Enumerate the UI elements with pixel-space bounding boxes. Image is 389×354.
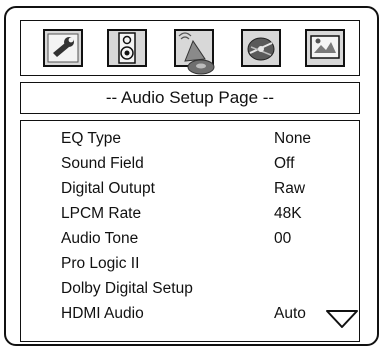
menu-item-value: Off: [274, 155, 295, 172]
menu-item-value: None: [274, 130, 312, 147]
menu-item-value: 00: [274, 230, 292, 247]
menu-item-sound-field[interactable]: Sound Field Off: [61, 152, 349, 176]
menu-item-dolby-digital-setup[interactable]: Dolby Digital Setup: [61, 277, 349, 301]
menu-item-hdmi-audio[interactable]: HDMI Audio Auto: [61, 302, 349, 326]
menu-item-label: Digital Outupt: [61, 180, 155, 197]
preferences-icon[interactable]: [305, 29, 345, 67]
speaker-setup-icon[interactable]: [241, 29, 281, 67]
menu-item-label: Sound Field: [61, 155, 144, 172]
menu-item-label: Dolby Digital Setup: [61, 280, 193, 297]
scroll-down-arrow-icon[interactable]: [325, 308, 359, 330]
setup-tab-bar: [20, 20, 360, 76]
menu-item-value: Auto: [274, 305, 306, 322]
menu-item-label: Audio Tone: [61, 230, 139, 247]
menu-item-label: Pro Logic II: [61, 255, 140, 272]
menu-item-eq-type[interactable]: EQ Type None: [61, 127, 349, 151]
page-title: -- Audio Setup Page --: [20, 82, 360, 114]
video-setup-icon[interactable]: [171, 25, 219, 77]
menu-item-label: LPCM Rate: [61, 205, 142, 222]
osd-frame: -- Audio Setup Page -- EQ Type None Soun…: [4, 6, 379, 346]
menu-item-label: HDMI Audio: [61, 305, 144, 322]
audio-settings-list: EQ Type None Sound Field Off Digital Out…: [20, 120, 360, 342]
general-setup-icon[interactable]: [43, 29, 83, 67]
menu-item-value: 48K: [274, 205, 302, 222]
audio-setup-icon[interactable]: [107, 29, 147, 67]
menu-item-digital-output[interactable]: Digital Outupt Raw: [61, 177, 349, 201]
menu-item-value: Raw: [274, 180, 306, 197]
menu-item-audio-tone[interactable]: Audio Tone 00: [61, 227, 349, 251]
menu-item-pro-logic-ii[interactable]: Pro Logic II: [61, 252, 349, 276]
menu-item-lpcm-rate[interactable]: LPCM Rate 48K: [61, 202, 349, 226]
menu-item-label: EQ Type: [61, 130, 122, 147]
